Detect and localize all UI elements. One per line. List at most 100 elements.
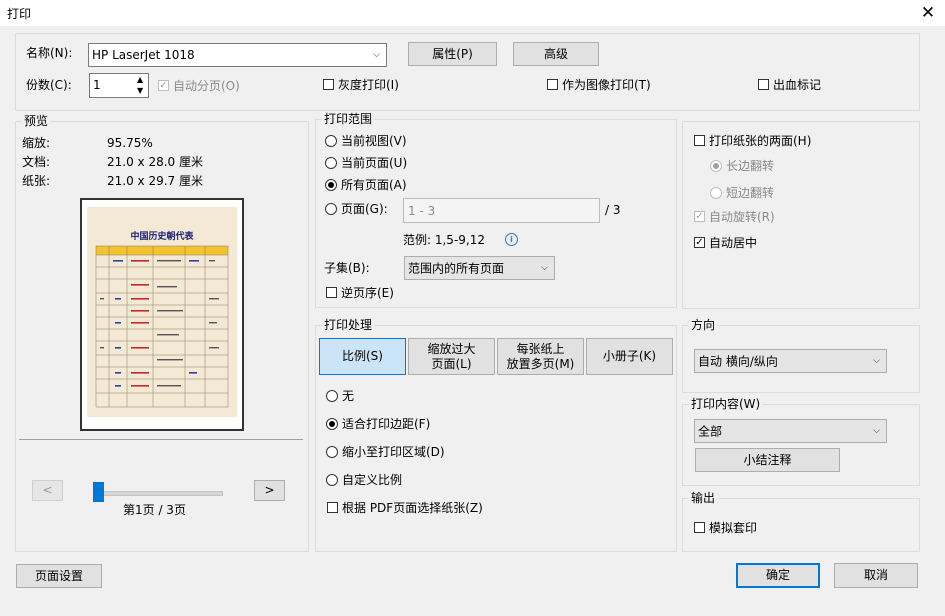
bleed-marks-checkbox[interactable]: [758, 79, 769, 90]
subset-value: 范围内的所有页面: [408, 261, 505, 276]
preview-table-graphic: [95, 245, 229, 408]
advanced-button[interactable]: 高级: [513, 42, 599, 66]
short-edge-label: 短边翻转: [726, 186, 775, 200]
spin-down-icon[interactable]: ▼: [137, 84, 143, 98]
scale-custom-radio[interactable]: [326, 474, 338, 486]
preview-divider: [19, 439, 303, 440]
subset-label: 子集(B):: [324, 261, 370, 275]
tab-fit-oversized[interactable]: 缩放过大 页面(L): [408, 338, 495, 375]
tab-multiple-pages-line2: 放置多页(M): [506, 356, 575, 371]
print-both-sides-checkbox[interactable]: [694, 135, 705, 146]
reverse-pages-checkbox[interactable]: [326, 287, 337, 298]
range-all-pages-radio[interactable]: [325, 179, 337, 191]
printer-name-value: HP LaserJet 1018: [92, 48, 195, 62]
copies-value: 1: [93, 78, 101, 92]
range-current-page-radio[interactable]: [325, 157, 337, 169]
pages-total: / 3: [605, 203, 621, 217]
auto-rotate-label: 自动旋转(R): [709, 210, 775, 224]
range-current-page-label: 当前页面(U): [341, 156, 408, 170]
printer-name-label: 名称(N):: [26, 46, 73, 60]
simulate-overprint-label: 模拟套印: [709, 521, 758, 535]
zoom-label: 缩放:: [22, 136, 51, 150]
document-size-label: 文档:: [22, 155, 51, 169]
page-indicator: 第1页 / 3页: [123, 503, 186, 517]
range-current-view-radio[interactable]: [325, 135, 337, 147]
collate-checkbox[interactable]: ✓: [158, 80, 169, 91]
grayscale-label: 灰度打印(I): [338, 78, 399, 92]
close-icon[interactable]: ✕: [917, 2, 939, 24]
auto-center-label: 自动居中: [709, 236, 758, 250]
copies-stepper[interactable]: 1 ▲ ▼: [89, 73, 149, 98]
range-example: 范例: 1,5-9,12: [403, 233, 485, 247]
chevron-down-icon: ⌵: [873, 356, 880, 366]
document-size-value: 21.0 x 28.0 厘米: [107, 155, 203, 169]
paper-size-value: 21.0 x 29.7 厘米: [107, 174, 203, 188]
range-current-view-label: 当前视图(V): [341, 134, 407, 148]
auto-center-checkbox[interactable]: ✓: [694, 237, 705, 248]
info-icon[interactable]: i: [505, 233, 518, 246]
grayscale-checkbox[interactable]: [323, 79, 334, 90]
summarize-comments-button[interactable]: 小结注释: [695, 448, 840, 472]
print-range-title: 打印范围: [322, 112, 375, 126]
tab-booklet[interactable]: 小册子(K): [586, 338, 673, 375]
choose-paper-by-pdf-label: 根据 PDF页面选择纸张(Z): [342, 501, 483, 515]
scale-none-radio[interactable]: [326, 390, 338, 402]
subset-select[interactable]: 范围内的所有页面 ⌵: [404, 256, 555, 280]
tab-scale[interactable]: 比例(S): [319, 338, 406, 375]
range-all-pages-label: 所有页面(A): [341, 178, 407, 192]
preview-page: 中国历史朝代表: [80, 198, 244, 431]
ok-button[interactable]: 确定: [736, 563, 820, 588]
zoom-value: 95.75%: [107, 136, 153, 150]
page-slider-track[interactable]: [93, 491, 223, 496]
paper-size-label: 纸张:: [22, 174, 51, 188]
scale-custom-label: 自定义比例: [342, 473, 403, 487]
orientation-select[interactable]: 自动 横向/纵向 ⌵: [694, 349, 887, 373]
bleed-marks-label: 出血标记: [773, 78, 822, 92]
print-content-value: 全部: [698, 424, 723, 439]
print-handling-title: 打印处理: [322, 318, 375, 332]
scale-shrink-radio[interactable]: [326, 446, 338, 458]
cancel-button[interactable]: 取消: [834, 563, 918, 588]
reverse-pages-label: 逆页序(E): [341, 286, 394, 300]
print-both-sides-label: 打印纸张的两面(H): [709, 134, 812, 148]
collate-label: 自动分页(O): [173, 79, 240, 93]
long-edge-radio[interactable]: [710, 160, 722, 172]
scale-fit-margins-radio[interactable]: [326, 418, 338, 430]
auto-rotate-checkbox[interactable]: ✓: [694, 211, 705, 222]
chevron-down-icon: ⌵: [373, 50, 380, 60]
print-as-image-checkbox[interactable]: [547, 79, 558, 90]
page-setup-button[interactable]: 页面设置: [16, 564, 102, 588]
scale-none-label: 无: [342, 389, 355, 403]
tab-fit-oversized-line2: 页面(L): [431, 356, 472, 371]
print-content-title: 打印内容(W): [689, 397, 763, 411]
long-edge-label: 长边翻转: [726, 159, 775, 173]
window-title: 打印: [7, 7, 32, 21]
properties-button[interactable]: 属性(P): [408, 42, 497, 66]
simulate-overprint-checkbox[interactable]: [694, 522, 705, 533]
orientation-value: 自动 横向/纵向: [698, 354, 778, 369]
short-edge-radio[interactable]: [710, 187, 722, 199]
tab-multiple-pages[interactable]: 每张纸上 放置多页(M): [497, 338, 584, 375]
scale-fit-margins-label: 适合打印边距(F): [342, 417, 431, 431]
print-as-image-label: 作为图像打印(T): [562, 78, 651, 92]
choose-paper-by-pdf-checkbox[interactable]: [327, 502, 338, 513]
previous-page-button[interactable]: <: [32, 480, 63, 501]
printer-name-select[interactable]: HP LaserJet 1018 ⌵: [88, 43, 387, 67]
tab-fit-oversized-line1: 缩放过大: [427, 341, 476, 356]
tab-multiple-pages-line1: 每张纸上: [516, 341, 565, 356]
range-pages-label: 页面(G):: [341, 202, 388, 216]
copies-label: 份数(C):: [26, 78, 72, 92]
title-bar: [0, 0, 945, 26]
preview-title: 预览: [22, 114, 51, 128]
print-content-select[interactable]: 全部 ⌵: [694, 419, 887, 443]
print-content-group: [682, 404, 920, 486]
pages-range-placeholder: 1 - 3: [408, 204, 436, 218]
output-title: 输出: [689, 491, 718, 505]
chevron-down-icon: ⌵: [873, 426, 880, 436]
page-slider-thumb[interactable]: [93, 482, 104, 502]
next-page-button[interactable]: >: [254, 480, 285, 501]
chevron-down-icon: ⌵: [541, 263, 548, 273]
pages-range-input[interactable]: 1 - 3: [403, 198, 600, 223]
range-pages-radio[interactable]: [325, 203, 337, 215]
scale-shrink-label: 缩小至打印区域(D): [342, 445, 445, 459]
